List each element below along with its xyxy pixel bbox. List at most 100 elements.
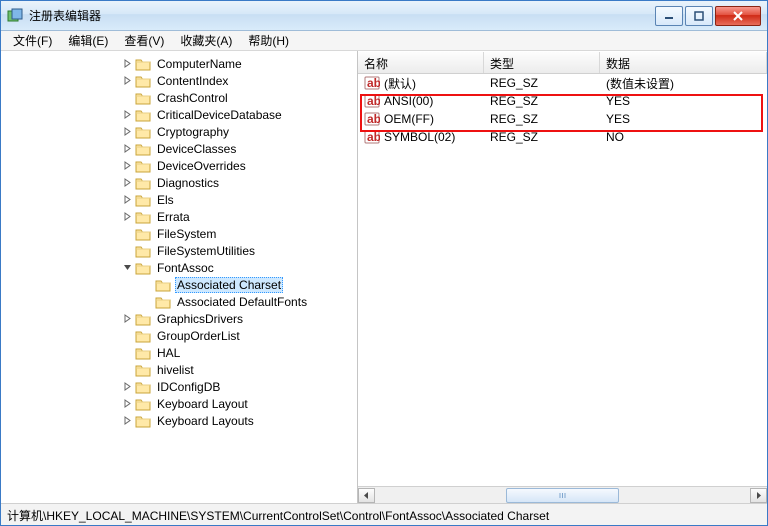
menubar: 文件(F) 编辑(E) 查看(V) 收藏夹(A) 帮助(H): [1, 31, 767, 51]
window-controls: [653, 6, 761, 26]
folder-icon: [135, 261, 151, 275]
chevron-right-icon[interactable]: [121, 126, 133, 138]
string-value-icon: ab: [364, 75, 380, 91]
value-row[interactable]: abOEM(FF)REG_SZYES: [358, 110, 767, 128]
chevron-right-icon[interactable]: [121, 211, 133, 223]
tree-node-label: Associated Charset: [175, 277, 283, 293]
chevron-right-icon[interactable]: [121, 75, 133, 87]
folder-icon: [135, 414, 151, 428]
regedit-app-icon: [7, 8, 23, 24]
folder-icon: [135, 74, 151, 88]
tree-node[interactable]: DeviceOverrides: [1, 157, 357, 174]
folder-icon: [135, 363, 151, 377]
menu-help[interactable]: 帮助(H): [240, 30, 297, 51]
tree-node-label: Keyboard Layout: [155, 397, 250, 411]
values-body[interactable]: ab(默认)REG_SZ(数值未设置)abANSI(00)REG_SZYESab…: [358, 74, 767, 486]
value-data: NO: [606, 130, 767, 144]
string-value-icon: ab: [364, 129, 380, 145]
chevron-down-icon[interactable]: [121, 262, 133, 274]
scroll-right-button[interactable]: [750, 488, 767, 503]
tree-node[interactable]: Keyboard Layout: [1, 395, 357, 412]
folder-icon: [135, 108, 151, 122]
chevron-right-icon[interactable]: [121, 177, 133, 189]
tree-node-label: IDConfigDB: [155, 380, 222, 394]
scroll-track[interactable]: [375, 488, 750, 503]
tree-node[interactable]: Diagnostics: [1, 174, 357, 191]
folder-icon: [155, 278, 171, 292]
svg-text:ab: ab: [367, 112, 380, 126]
body: ComputerNameContentIndex CrashControlCrit…: [1, 51, 767, 503]
tree-node-label: FontAssoc: [155, 261, 216, 275]
tree-node[interactable]: CriticalDeviceDatabase: [1, 106, 357, 123]
horizontal-scrollbar[interactable]: [358, 486, 767, 503]
tree-node[interactable]: Associated DefaultFonts: [1, 293, 357, 310]
folder-icon: [135, 397, 151, 411]
value-row[interactable]: abANSI(00)REG_SZYES: [358, 92, 767, 110]
menu-edit[interactable]: 编辑(E): [60, 30, 116, 51]
chevron-right-icon[interactable]: [121, 381, 133, 393]
chevron-right-icon[interactable]: [121, 415, 133, 427]
value-type: REG_SZ: [490, 94, 606, 108]
tree-node-label: DeviceOverrides: [155, 159, 248, 173]
tree-node[interactable]: hivelist: [1, 361, 357, 378]
tree-node-label: hivelist: [155, 363, 196, 377]
tree-node-label: Keyboard Layouts: [155, 414, 256, 428]
tree-node[interactable]: FontAssoc: [1, 259, 357, 276]
tree-node[interactable]: FileSystemUtilities: [1, 242, 357, 259]
folder-icon: [135, 57, 151, 71]
value-name: (默认): [384, 75, 490, 92]
tree-node[interactable]: Associated Charset: [1, 276, 357, 293]
value-row[interactable]: abSYMBOL(02)REG_SZNO: [358, 128, 767, 146]
scroll-left-button[interactable]: [358, 488, 375, 503]
maximize-button[interactable]: [685, 6, 713, 26]
folder-icon: [135, 312, 151, 326]
tree-node[interactable]: FileSystem: [1, 225, 357, 242]
scroll-thumb[interactable]: [506, 488, 619, 503]
menu-view[interactable]: 查看(V): [116, 30, 172, 51]
chevron-right-icon[interactable]: [121, 398, 133, 410]
col-header-name[interactable]: 名称: [358, 52, 484, 73]
value-type: REG_SZ: [490, 130, 606, 144]
menu-favorites[interactable]: 收藏夹(A): [172, 30, 240, 51]
col-header-data[interactable]: 数据: [600, 52, 767, 73]
tree-pane[interactable]: ComputerNameContentIndex CrashControlCrit…: [1, 51, 358, 503]
folder-icon: [135, 329, 151, 343]
tree-node-label: FileSystemUtilities: [155, 244, 257, 258]
value-name: ANSI(00): [384, 94, 490, 108]
tree-node[interactable]: ContentIndex: [1, 72, 357, 89]
menu-file[interactable]: 文件(F): [5, 30, 60, 51]
values-header-row: 名称 类型 数据: [358, 52, 767, 74]
value-data: YES: [606, 112, 767, 126]
svg-text:ab: ab: [367, 76, 380, 90]
close-button[interactable]: [715, 6, 761, 26]
chevron-right-icon[interactable]: [121, 143, 133, 155]
tree-node-label: CrashControl: [155, 91, 230, 105]
tree-node[interactable]: IDConfigDB: [1, 378, 357, 395]
chevron-right-icon[interactable]: [121, 109, 133, 121]
tree-node[interactable]: HAL: [1, 344, 357, 361]
chevron-right-icon[interactable]: [121, 194, 133, 206]
tree-node-label: DeviceClasses: [155, 142, 238, 156]
tree-node[interactable]: ComputerName: [1, 55, 357, 72]
folder-icon: [135, 125, 151, 139]
tree-node[interactable]: GroupOrderList: [1, 327, 357, 344]
chevron-right-icon[interactable]: [121, 160, 133, 172]
expander-none: [141, 296, 153, 308]
chevron-right-icon[interactable]: [121, 58, 133, 70]
folder-icon: [135, 176, 151, 190]
tree-node[interactable]: GraphicsDrivers: [1, 310, 357, 327]
tree-node[interactable]: Cryptography: [1, 123, 357, 140]
tree-node[interactable]: CrashControl: [1, 89, 357, 106]
expander-none: [121, 245, 133, 257]
values-pane: 名称 类型 数据 ab(默认)REG_SZ(数值未设置)abANSI(00)RE…: [358, 51, 767, 503]
minimize-button[interactable]: [655, 6, 683, 26]
tree-node[interactable]: Errata: [1, 208, 357, 225]
tree-node[interactable]: Els: [1, 191, 357, 208]
tree-node[interactable]: DeviceClasses: [1, 140, 357, 157]
tree-node[interactable]: Keyboard Layouts: [1, 412, 357, 429]
col-header-type[interactable]: 类型: [484, 52, 600, 73]
expander-none: [121, 228, 133, 240]
chevron-right-icon[interactable]: [121, 313, 133, 325]
registry-tree: ComputerNameContentIndex CrashControlCrit…: [1, 55, 357, 429]
value-row[interactable]: ab(默认)REG_SZ(数值未设置): [358, 74, 767, 92]
